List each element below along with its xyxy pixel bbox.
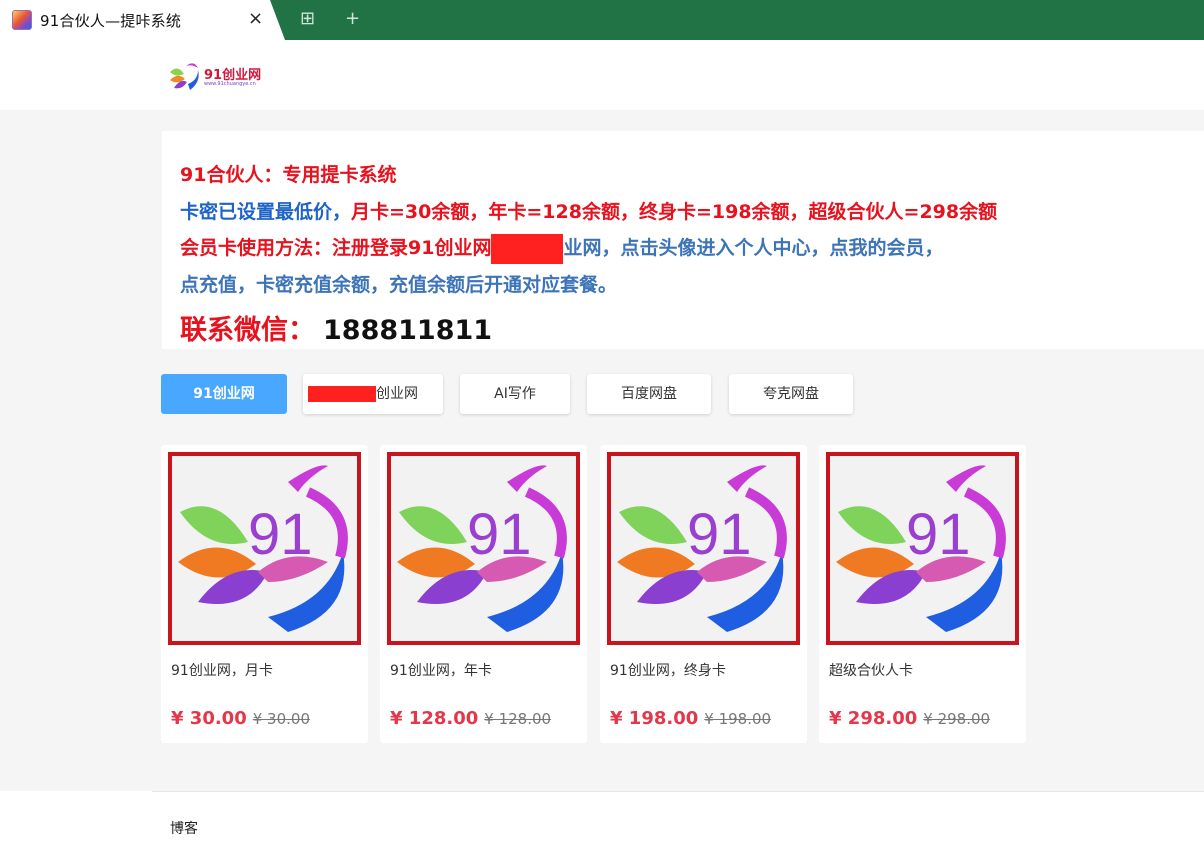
price-original: ¥ 30.00: [252, 710, 310, 728]
price-original: ¥ 198.00: [704, 710, 772, 728]
product-badge-text: 91: [906, 502, 971, 567]
product-image: 91: [826, 452, 1019, 645]
category-tab-baidu-pan[interactable]: 百度网盘: [587, 374, 711, 414]
notice-line-2-prefix: 卡密已设置最低价，: [180, 201, 352, 223]
logo-url: www.91chuangye.cn: [204, 81, 256, 87]
category-tab-ai-writing[interactable]: AI写作: [460, 374, 570, 414]
product-price: ¥ 30.00 ¥ 30.00: [171, 708, 310, 729]
new-tab-icon[interactable]: +: [345, 8, 360, 29]
category-label: 创业网: [376, 386, 418, 402]
notice-panel: 91合伙人：专用提卡系统 卡密已设置最低价，月卡=30余额，年卡=128余额，终…: [162, 131, 1204, 349]
favicon-icon: [12, 10, 32, 30]
contact-label: 联系微信：: [180, 315, 315, 346]
close-icon[interactable]: ×: [248, 8, 263, 29]
footer: 博客: [152, 791, 1204, 854]
product-card[interactable]: 91 91创业网，终身卡 ¥ 198.00 ¥ 198.00: [600, 445, 807, 743]
product-name: 91创业网，终身卡: [610, 663, 726, 679]
product-name: 超级合伙人卡: [829, 663, 913, 679]
browser-tab-bar: 91合伙人—提咔系统 × ⊞ +: [0, 0, 1204, 40]
product-name: 91创业网，年卡: [390, 663, 492, 679]
price-original: ¥ 128.00: [484, 710, 552, 728]
notice-line-3: 会员卡使用方法：注册登录91创业网 业网，点击头像进入个人中心，点我的会员，: [180, 233, 943, 264]
notice-line-1: 91合伙人：专用提卡系统: [180, 160, 396, 187]
notice-line-3-text: 点击头像进入个人中心，点我的会员，: [620, 237, 944, 259]
price-current: ¥ 298.00: [829, 708, 918, 729]
product-card[interactable]: 91 91创业网，月卡 ¥ 30.00 ¥ 30.00: [161, 445, 368, 743]
product-price: ¥ 298.00 ¥ 298.00: [829, 708, 990, 729]
price-current: ¥ 30.00: [171, 708, 247, 729]
site-header: 91创业网 www.91chuangye.cn: [0, 40, 1204, 110]
category-label: 91创业网: [193, 386, 255, 402]
product-badge-text: 91: [687, 502, 752, 567]
product-price: ¥ 128.00 ¥ 128.00: [390, 708, 551, 729]
notice-line-3-prefix: 会员卡使用方法：注册登录91创业网: [180, 237, 492, 259]
notice-line-2-text: 月卡=30余额，年卡=128余额，终身卡=198余额，超级合伙人=298余额: [351, 201, 998, 223]
redaction-mark: [491, 233, 564, 264]
category-tab-91[interactable]: 91创业网: [161, 374, 287, 414]
product-image: 91: [168, 452, 361, 645]
price-current: ¥ 128.00: [390, 708, 479, 729]
product-badge-text: 91: [467, 502, 532, 567]
product-card[interactable]: 91 91创业网，年卡 ¥ 128.00 ¥ 128.00: [380, 445, 587, 743]
notice-line-2: 卡密已设置最低价，月卡=30余额，年卡=128余额，终身卡=198余额，超级合伙…: [180, 197, 997, 224]
category-label: 百度网盘: [621, 386, 677, 402]
notice-line-4-text: 点充值，卡密充值余额，充值余额后开通对应套餐。: [180, 274, 618, 296]
product-badge-text: 91: [248, 502, 313, 567]
product-card[interactable]: 91 超级合伙人卡 ¥ 298.00 ¥ 298.00: [819, 445, 1026, 743]
price-current: ¥ 198.00: [610, 708, 699, 729]
site-logo[interactable]: 91创业网 www.91chuangye.cn: [168, 60, 268, 92]
product-image: 91: [387, 452, 580, 645]
product-image: 91: [607, 452, 800, 645]
product-price: ¥ 198.00 ¥ 198.00: [610, 708, 771, 729]
footer-blog-link[interactable]: 博客: [170, 818, 198, 838]
tab-title: 91合伙人—提咔系统: [40, 12, 182, 30]
contact-number: 188811811: [323, 315, 493, 346]
price-original: ¥ 298.00: [923, 710, 991, 728]
notice-line-4: 点充值，卡密充值余额，充值余额后开通对应套餐。: [180, 270, 617, 297]
category-label: AI写作: [494, 386, 536, 402]
notice-line-1-text: 91合伙人：专用提卡系统: [180, 164, 397, 186]
notice-line-3-after: 业网，: [563, 237, 621, 259]
contact-line: 联系微信： 188811811: [180, 308, 492, 347]
logo-icon: [170, 63, 199, 90]
footer-left-area: [0, 791, 152, 854]
category-tab-quark-pan[interactable]: 夸克网盘: [729, 374, 853, 414]
product-name: 91创业网，月卡: [171, 663, 273, 679]
category-tab-chuangye[interactable]: 创业网: [303, 374, 443, 414]
tab-actions-icon[interactable]: ⊞: [300, 8, 315, 29]
browser-tab-active[interactable]: 91合伙人—提咔系统 ×: [0, 0, 285, 40]
category-label: 夸克网盘: [763, 386, 819, 402]
redaction-mark: [308, 386, 376, 402]
